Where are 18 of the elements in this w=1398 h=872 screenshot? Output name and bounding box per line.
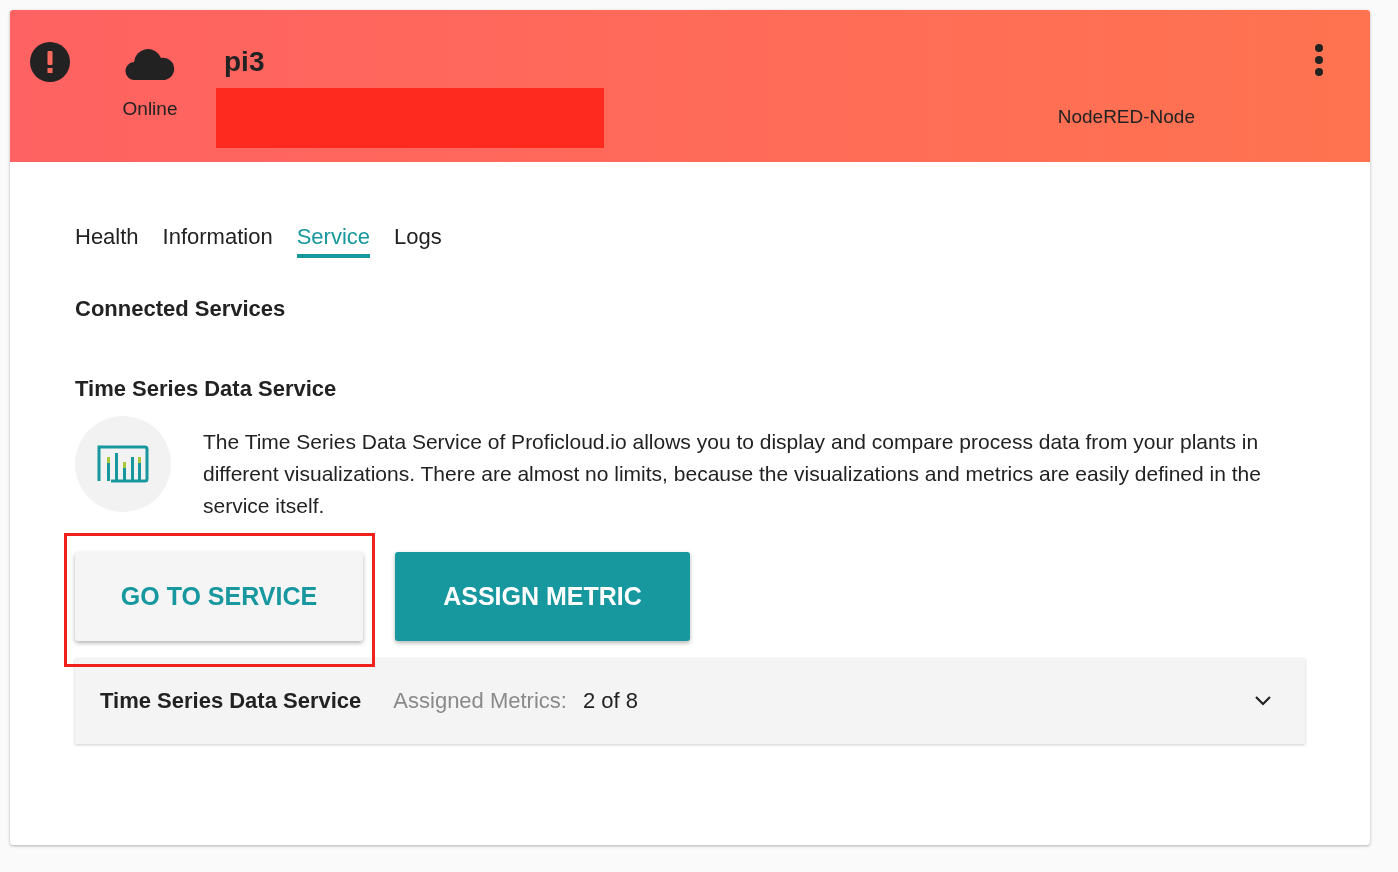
chevron-icon[interactable] bbox=[1255, 696, 1271, 706]
tab[interactable]: Information bbox=[162, 224, 273, 258]
status-label: Online bbox=[122, 98, 178, 120]
section-title: Connected Services bbox=[75, 296, 287, 322]
metrics-label: Assigned Metrics: bbox=[393, 688, 567, 714]
more-menu-icon[interactable] bbox=[1315, 44, 1323, 76]
tab[interactable]: Service bbox=[296, 224, 370, 258]
expansion-panel[interactable]: Time Series Data Service Assigned Metrics: 2 of 8 bbox=[75, 658, 1305, 744]
device-type: NodeRED-Node bbox=[1057, 106, 1195, 128]
tab[interactable]: Health bbox=[75, 224, 139, 258]
panel-title: Time Series Data Service bbox=[100, 688, 362, 714]
service-description: The Time Series Data Service of Proficloud.io allows you to display and compare process data from your plants in different visualizations. There are almost no limits, because the visualizations and metrics are easily defined in the service itself. bbox=[203, 429, 1262, 519]
service-button[interactable]: ASSIGN METRIC bbox=[395, 552, 690, 641]
service-title: Time Series Data Service bbox=[75, 376, 338, 402]
tab[interactable]: Logs bbox=[394, 224, 442, 258]
cloud-icon bbox=[125, 48, 175, 80]
metrics-value: 2 of 8 bbox=[582, 688, 639, 714]
device-name: pi3 bbox=[224, 45, 265, 79]
